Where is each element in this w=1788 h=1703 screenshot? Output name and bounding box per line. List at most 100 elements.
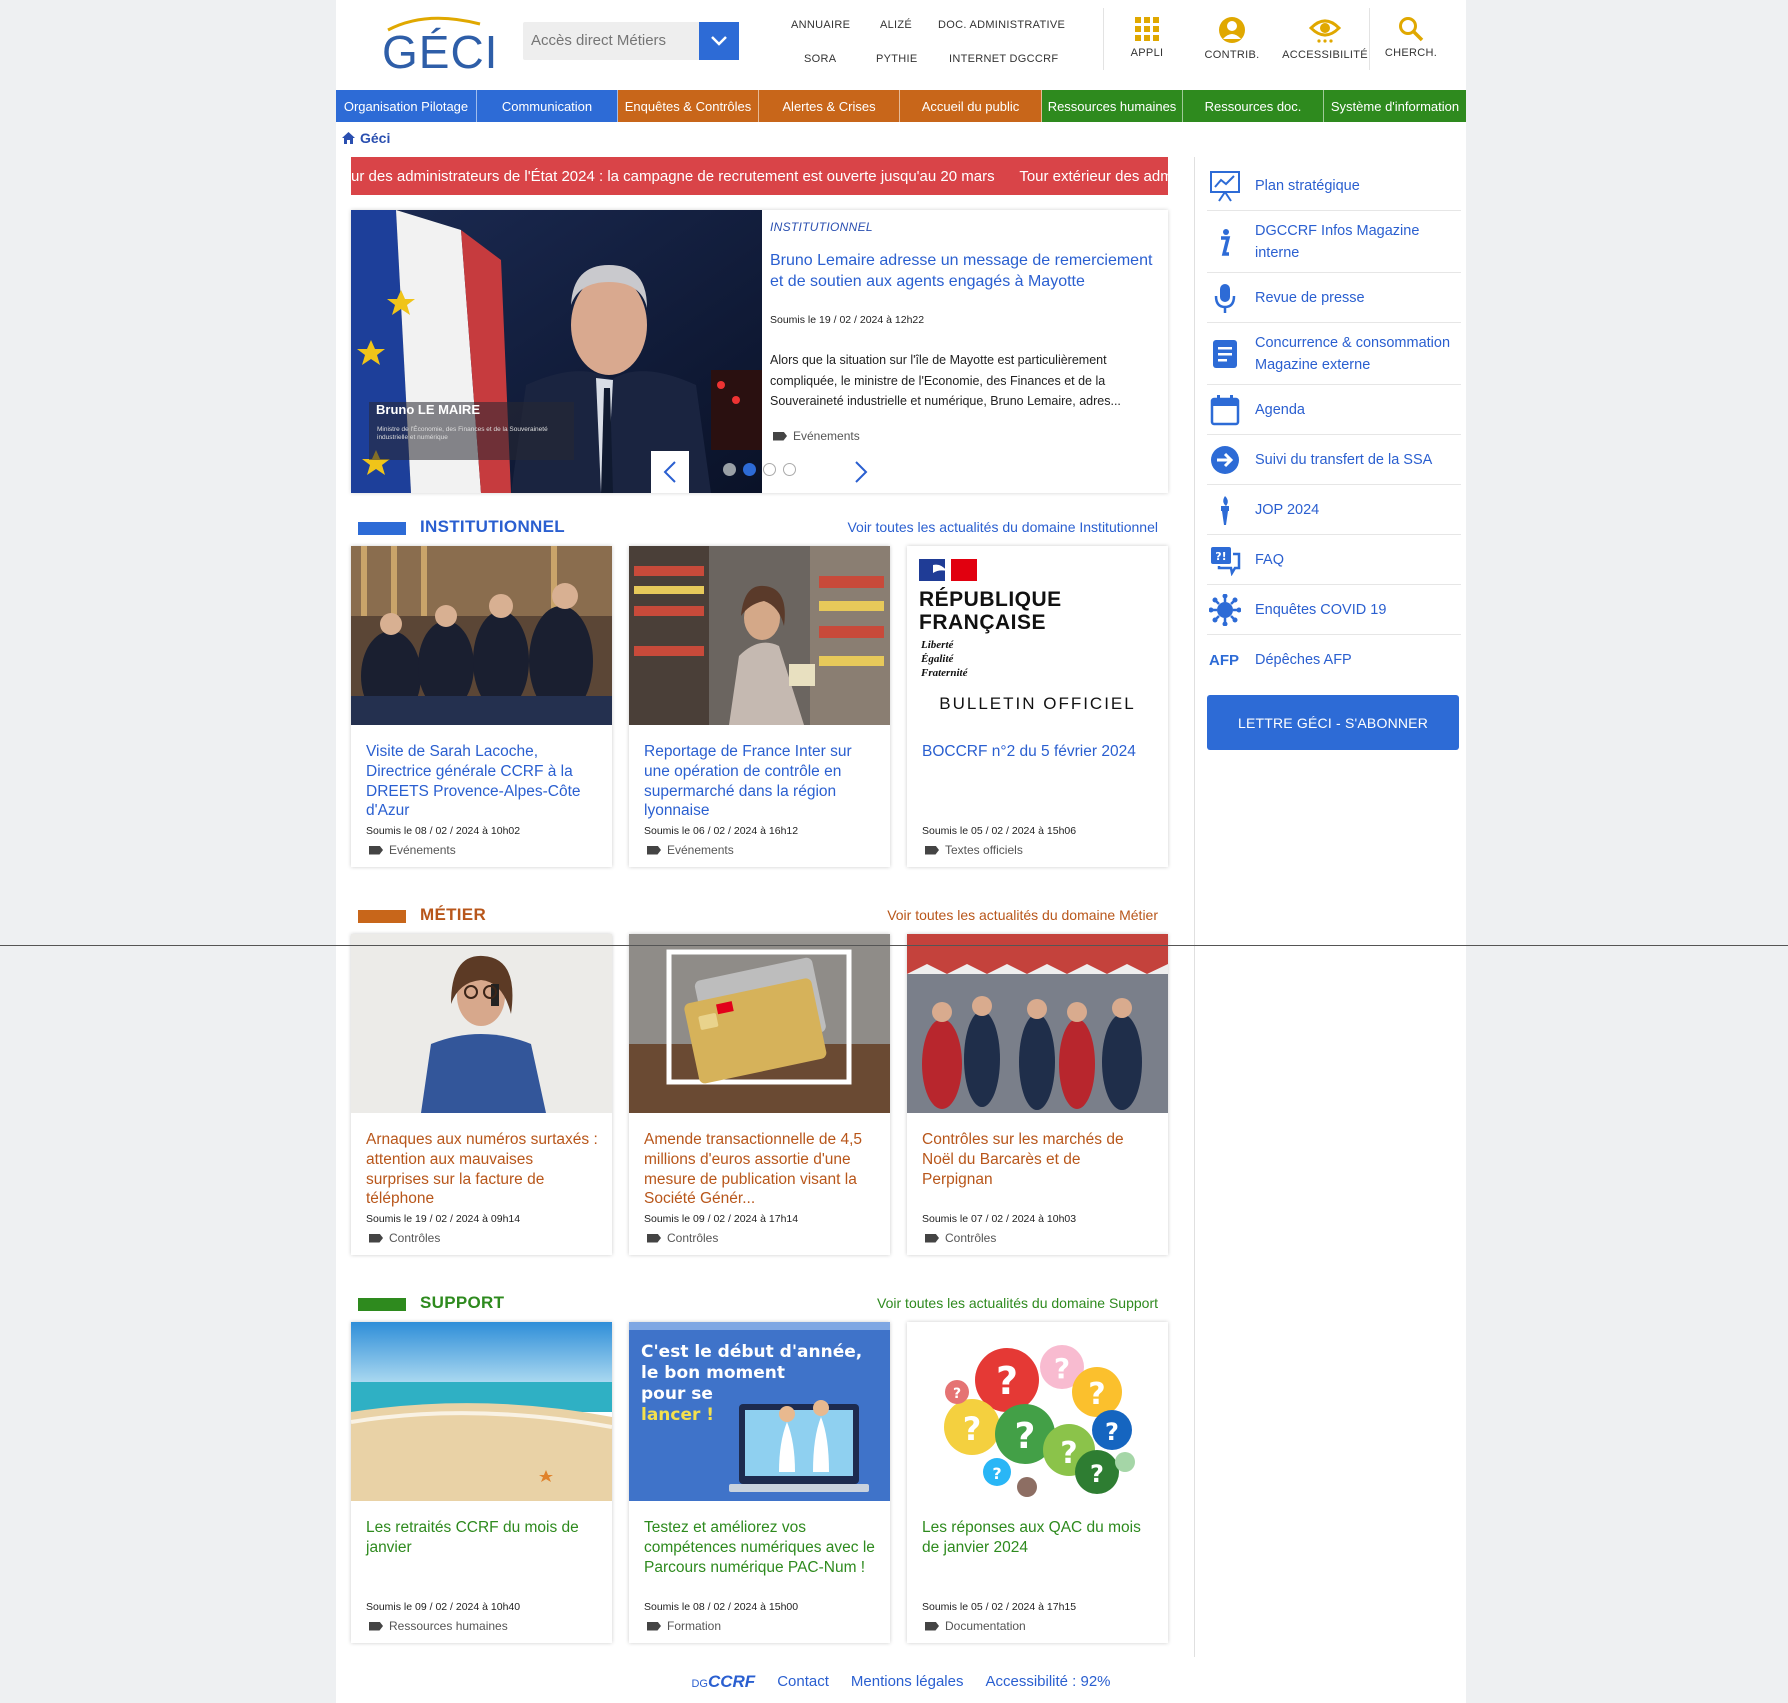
sidebar-item-concurrence-consommation[interactable]: Concurrence & consommation Magazine exte… — [1207, 323, 1461, 385]
nav-enquetes-controles[interactable]: Enquêtes & Contrôles — [618, 90, 759, 122]
card-title[interactable]: Contrôles sur les marchés de Noël du Bar… — [922, 1130, 1154, 1189]
news-card[interactable]: Visite de Sarah Lacoche, Directrice géné… — [351, 546, 612, 867]
footer-contact-link[interactable]: Contact — [777, 1673, 829, 1690]
card-title[interactable]: Reportage de France Inter sur une opérat… — [644, 742, 876, 821]
card-title[interactable]: Visite de Sarah Lacoche, Directrice géné… — [366, 742, 598, 821]
tag-icon — [925, 1621, 939, 1631]
news-card[interactable]: Amende transactionnelle de 4,5 millions … — [629, 934, 890, 1255]
svg-text:?: ? — [1015, 1416, 1036, 1457]
pacnum-line-4: lancer ! — [641, 1405, 715, 1425]
nav-accueil-public[interactable]: Accueil du public — [900, 90, 1042, 122]
hero-title[interactable]: Bruno Lemaire adresse un message de reme… — [770, 250, 1160, 292]
carousel-next-button[interactable] — [842, 451, 880, 493]
nav-alertes-crises[interactable]: Alertes & Crises — [759, 90, 900, 122]
card-tag[interactable]: Contrôles — [925, 1231, 996, 1245]
pacnum-line-1: C'est le début d'année, — [641, 1342, 863, 1362]
card-tag[interactable]: Formation — [647, 1619, 721, 1633]
sidebar-item-plan-strategique[interactable]: Plan stratégique — [1207, 161, 1461, 211]
card-title[interactable]: Amende transactionnelle de 4,5 millions … — [644, 1130, 876, 1209]
afp-icon-text: AFP — [1209, 651, 1239, 669]
carousel-dot[interactable] — [763, 463, 776, 476]
footer-legal-link[interactable]: Mentions légales — [851, 1673, 964, 1690]
user-circle-icon — [1219, 17, 1245, 43]
card-tag[interactable]: Evénements — [369, 843, 456, 857]
sidebar-item-revue-presse[interactable]: Revue de presse — [1207, 273, 1461, 323]
link-doc-administrative[interactable]: DOC. ADMINISTRATIVE — [938, 19, 1065, 31]
carousel-prev-button[interactable] — [651, 451, 689, 493]
nav-systeme-information[interactable]: Système d'information — [1324, 90, 1466, 122]
breadcrumb-home[interactable]: Géci — [360, 130, 390, 146]
hero-carousel: Bruno LE MAIRE Ministre de l'Économie, d… — [351, 210, 1168, 493]
card-title[interactable]: Testez et améliorez vos compétences numé… — [644, 1518, 876, 1577]
card-image — [629, 546, 890, 725]
section-see-all-link[interactable]: Voir toutes les actualités du domaine In… — [847, 519, 1158, 535]
news-card[interactable]: C'est le début d'année, le bon moment po… — [629, 1322, 890, 1643]
sidebar-item-agenda[interactable]: Agenda — [1207, 385, 1461, 435]
link-annuaire[interactable]: ANNUAIRE — [791, 19, 850, 31]
breadcrumb: Géci — [342, 130, 390, 146]
contrib-button[interactable]: CONTRIB. — [1192, 16, 1272, 61]
nav-ressources-humaines[interactable]: Ressources humaines — [1042, 90, 1183, 122]
nav-communication[interactable]: Communication — [477, 90, 618, 122]
subscribe-button[interactable]: LETTRE GÉCI - S'ABONNER — [1207, 695, 1459, 750]
news-card[interactable]: Les retraités CCRF du mois de janvier So… — [351, 1322, 612, 1643]
calendar-icon — [1207, 394, 1255, 426]
direct-access-dropdown-button[interactable] — [699, 22, 739, 60]
card-tag-label: Ressources humaines — [389, 1619, 508, 1633]
nav-ressources-doc[interactable]: Ressources doc. — [1183, 90, 1324, 122]
news-card[interactable]: RÉPUBLIQUE FRANÇAISE Liberté Égalité Fra… — [907, 546, 1168, 867]
direct-access-input[interactable] — [531, 32, 691, 49]
news-card[interactable]: Arnaques aux numéros surtaxés : attentio… — [351, 934, 612, 1255]
geci-logo[interactable]: GÉCI — [382, 12, 497, 76]
section-see-all-link[interactable]: Voir toutes les actualités du domaine Mé… — [887, 907, 1158, 923]
carousel-dot[interactable] — [783, 463, 796, 476]
card-tag-label: Evénements — [389, 843, 456, 857]
card-tag[interactable]: Contrôles — [647, 1231, 718, 1245]
news-card[interactable]: Reportage de France Inter sur une opérat… — [629, 546, 890, 867]
section-title: SUPPORT — [420, 1293, 505, 1312]
header-divider — [1103, 8, 1104, 70]
footer-accessibility-link[interactable]: Accessibilité : 92% — [985, 1673, 1110, 1690]
sidebar-item-jop-2024[interactable]: JOP 2024 — [1207, 485, 1461, 535]
hero-image[interactable]: Bruno LE MAIRE Ministre de l'Économie, d… — [351, 210, 762, 493]
card-tag[interactable]: Documentation — [925, 1619, 1026, 1633]
link-pythie[interactable]: PYTHIE — [876, 53, 918, 65]
news-card[interactable]: ? ? ? ? ? ? ? ? ? ? Les réponses aux QAC… — [907, 1322, 1168, 1643]
card-title[interactable]: Arnaques aux numéros surtaxés : attentio… — [366, 1130, 598, 1209]
sidebar-item-dgccrf-infos[interactable]: DGCCRF Infos Magazine interne — [1207, 211, 1461, 273]
card-title[interactable]: Les réponses aux QAC du mois de janvier … — [922, 1518, 1154, 1558]
hero-tag[interactable]: Evénements — [773, 429, 860, 443]
appli-button[interactable]: APPLI — [1107, 16, 1187, 59]
news-card[interactable]: Contrôles sur les marchés de Noël du Bar… — [907, 934, 1168, 1255]
card-tag[interactable]: Evénements — [647, 843, 734, 857]
card-image: C'est le début d'année, le bon moment po… — [629, 1322, 890, 1501]
carousel-dot[interactable] — [723, 463, 736, 476]
dgccrf-logo-ccrf: CCRF — [707, 1671, 756, 1691]
section-color-bar — [358, 522, 406, 535]
sidebar-item-transfert-ssa[interactable]: Suivi du transfert de la SSA — [1207, 435, 1461, 485]
nav-organisation-pilotage[interactable]: Organisation Pilotage — [336, 90, 477, 122]
link-internet-dgccrf[interactable]: INTERNET DGCCRF — [949, 53, 1058, 65]
card-tag[interactable]: Ressources humaines — [369, 1619, 508, 1633]
accessibility-button[interactable]: ACCESSIBILITÉ — [1280, 16, 1370, 61]
card-tag[interactable]: Contrôles — [369, 1231, 440, 1245]
sidebar-item-faq[interactable]: ?! FAQ — [1207, 535, 1461, 585]
card-title[interactable]: BOCCRF n°2 du 5 février 2024 — [922, 742, 1154, 762]
sidebar-item-depeches-afp[interactable]: AFP Dépêches AFP — [1207, 635, 1461, 685]
dgccrf-logo[interactable]: DG CCRF — [691, 1672, 755, 1692]
search-button[interactable]: CHERCH. — [1371, 16, 1451, 59]
link-sora[interactable]: SORA — [804, 53, 836, 65]
direct-access-search[interactable] — [523, 22, 739, 60]
svg-text:?!: ?! — [1215, 550, 1226, 563]
tag-icon — [647, 1621, 661, 1631]
carousel-dot-active[interactable] — [743, 463, 756, 476]
card-date: Soumis le 05 / 02 / 2024 à 15h06 — [922, 825, 1077, 837]
news-ticker[interactable]: ur des administrateurs de l'État 2024 : … — [351, 157, 1168, 195]
chevron-down-icon — [711, 36, 727, 46]
card-date: Soumis le 07 / 02 / 2024 à 10h03 — [922, 1213, 1077, 1225]
link-alize[interactable]: ALIZÉ — [880, 19, 912, 31]
sidebar-item-enquetes-covid[interactable]: Enquêtes COVID 19 — [1207, 585, 1461, 635]
card-title[interactable]: Les retraités CCRF du mois de janvier — [366, 1518, 598, 1558]
section-see-all-link[interactable]: Voir toutes les actualités du domaine Su… — [877, 1295, 1158, 1311]
card-tag[interactable]: Textes officiels — [925, 843, 1023, 857]
